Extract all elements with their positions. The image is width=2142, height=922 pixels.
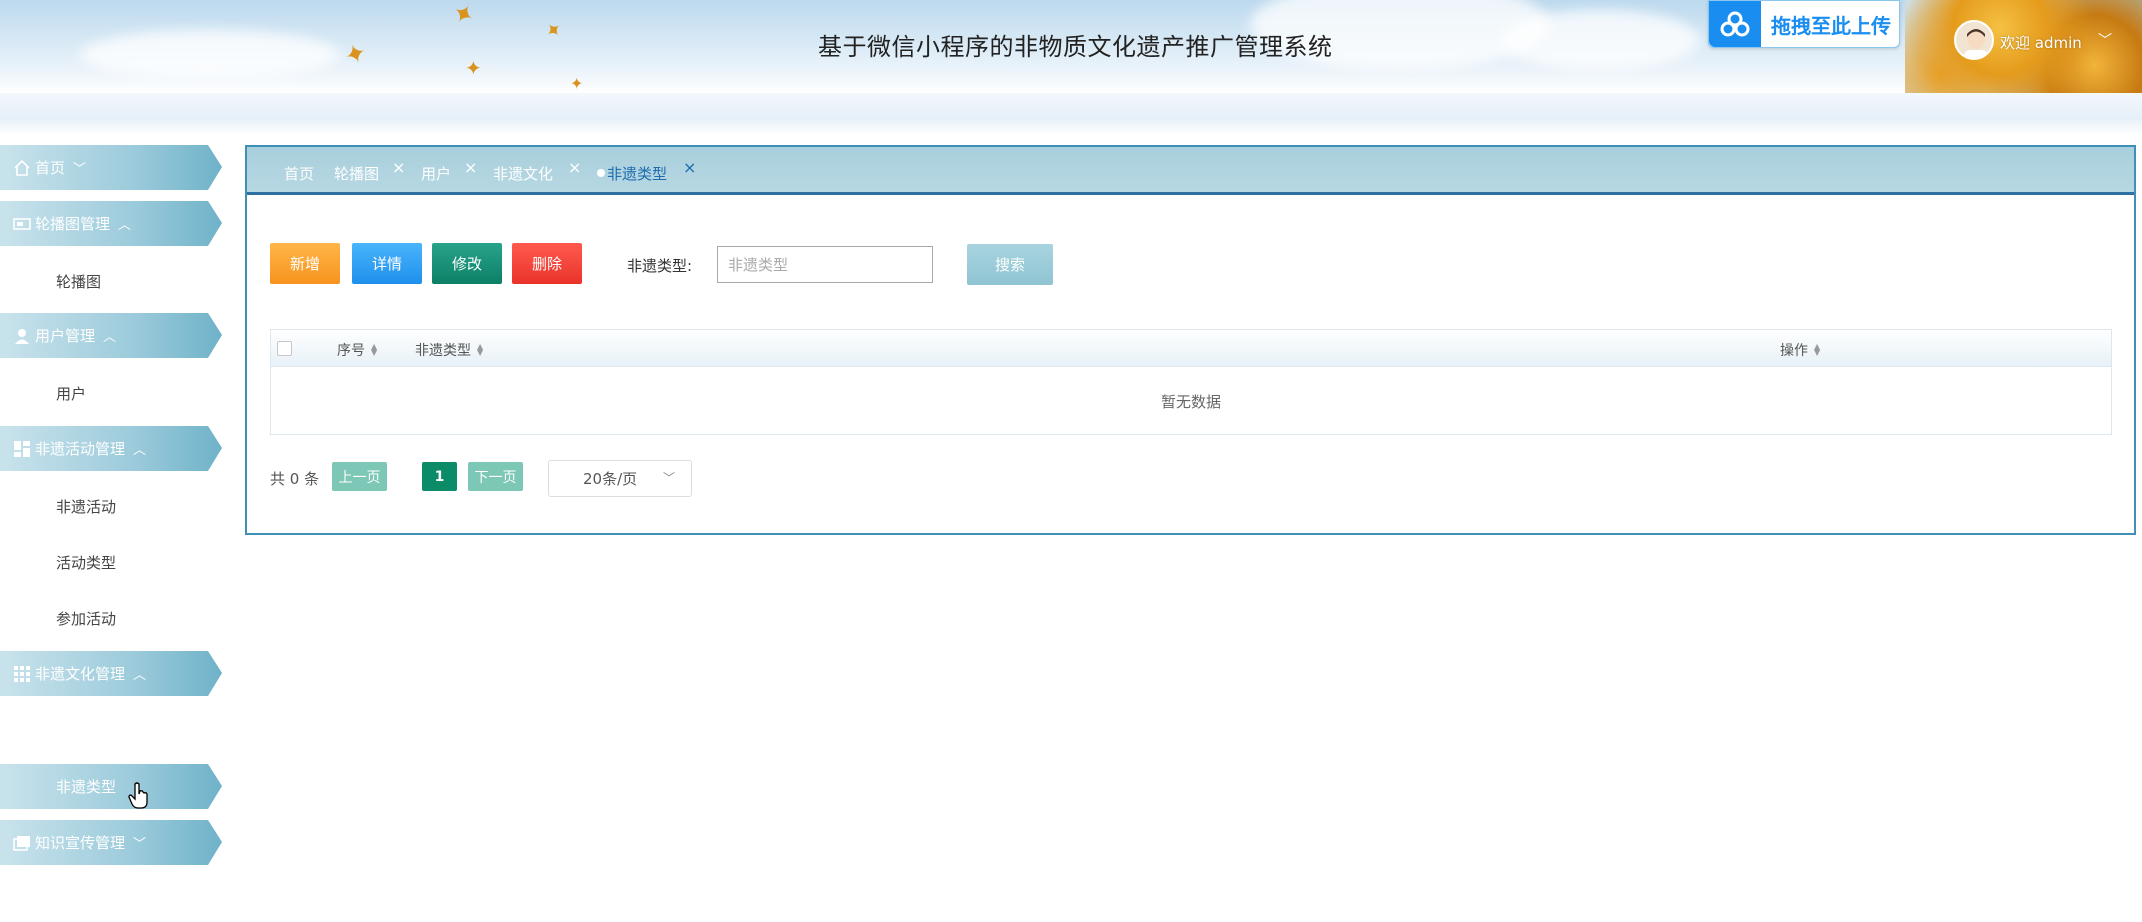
- column-label: 操作: [1780, 343, 1808, 359]
- sidebar-sub-activity-type[interactable]: 活动类型: [56, 552, 116, 573]
- carousel-icon: [13, 215, 31, 233]
- sort-icon[interactable]: ▲ ▼: [1814, 343, 1820, 357]
- sidebar-item-label: 首页: [35, 159, 66, 177]
- tab-bar: 首页 轮播图 × 用户 × 非遗文化 × 非遗类型 ×: [247, 147, 2134, 195]
- add-button[interactable]: 新增: [270, 243, 340, 284]
- leaf-icon: ✦: [570, 74, 584, 93]
- sidebar-item-label: 非遗类型: [56, 778, 117, 796]
- sidebar-sub-user[interactable]: 用户: [56, 383, 86, 404]
- home-icon: [13, 159, 31, 177]
- sidebar-item-label: 轮播图管理: [35, 215, 111, 233]
- sort-icon[interactable]: ▲ ▼: [477, 343, 483, 357]
- chevron-up-icon: ︿: [118, 218, 132, 233]
- tab-user[interactable]: 用户: [421, 163, 451, 184]
- pagination-total: 共 0 条: [270, 470, 320, 488]
- chevron-up-icon: ︿: [103, 330, 117, 345]
- hand-cursor-icon: [128, 782, 150, 816]
- sidebar-sub-carousel[interactable]: 轮播图: [56, 271, 101, 292]
- chevron-down-icon: ﹀: [73, 162, 87, 177]
- chevron-down-icon: ﹀: [662, 471, 675, 485]
- upload-label: 拖拽至此上传: [1771, 13, 1891, 38]
- column-header-index[interactable]: 序号 ▲ ▼: [337, 340, 377, 360]
- close-icon[interactable]: ×: [568, 158, 581, 177]
- tab-home[interactable]: 首页: [284, 163, 314, 184]
- user-icon: [13, 327, 31, 345]
- close-icon[interactable]: ×: [464, 158, 477, 177]
- avatar[interactable]: [1954, 20, 1994, 60]
- active-dot-icon: [597, 169, 605, 177]
- search-input[interactable]: [717, 246, 933, 283]
- sidebar-item-user-manage[interactable]: 用户管理 ︿: [0, 313, 222, 358]
- search-label: 非遗类型:: [627, 257, 693, 275]
- sidebar-item-carousel-manage[interactable]: 轮播图管理 ︿: [0, 201, 222, 246]
- book-icon: [13, 834, 31, 852]
- chevron-up-icon: ︿: [133, 668, 147, 683]
- sidebar-item-home[interactable]: 首页 ﹀: [0, 145, 222, 190]
- banner-cloud: [1500, 10, 1700, 70]
- banner-cloud: [80, 30, 340, 80]
- tab-carousel[interactable]: 轮播图: [334, 163, 379, 184]
- delete-button[interactable]: 删除: [512, 243, 582, 284]
- select-all-checkbox[interactable]: [277, 341, 292, 356]
- next-page-button[interactable]: 下一页: [468, 462, 523, 491]
- leaf-icon: ✦: [465, 56, 482, 80]
- close-icon[interactable]: ×: [392, 158, 405, 177]
- main-panel: 首页 轮播图 × 用户 × 非遗文化 × 非遗类型 × 新增 详情 修改 删除 …: [245, 145, 2136, 535]
- chevron-down-icon: ﹀: [133, 837, 147, 852]
- column-header-heritage-type[interactable]: 非遗类型 ▲ ▼: [415, 340, 483, 360]
- sidebar-item-label: 非遗文化管理: [35, 665, 126, 683]
- leaf-icon: ✦: [538, 15, 568, 45]
- chevron-up-icon: ︿: [133, 443, 147, 458]
- welcome-text[interactable]: 欢迎 admin: [2000, 32, 2082, 53]
- prev-page-button[interactable]: 上一页: [332, 462, 387, 491]
- sidebar-item-knowledge-manage[interactable]: 知识宣传管理 ﹀: [0, 820, 222, 865]
- leaf-icon: ✦: [340, 37, 372, 73]
- column-label: 序号: [337, 343, 365, 359]
- sidebar-item-label: 非遗活动管理: [35, 440, 126, 458]
- system-title: 基于微信小程序的非物质文化遗产推广管理系统: [818, 33, 1333, 61]
- leaf-icon: ✦: [445, 0, 480, 34]
- empty-state: 暂无数据: [1160, 392, 1221, 411]
- column-label: 非遗类型: [415, 343, 471, 359]
- detail-button[interactable]: 详情: [352, 243, 422, 284]
- table-header: 序号 ▲ ▼ 非遗类型 ▲ ▼ 操作 ▲ ▼: [271, 330, 2111, 367]
- sort-icon[interactable]: ▲ ▼: [371, 343, 377, 357]
- grid-icon: [13, 665, 31, 683]
- tab-heritage-culture[interactable]: 非遗文化: [493, 163, 553, 184]
- page-number-button[interactable]: 1: [422, 462, 457, 491]
- sidebar-item-culture-manage[interactable]: 非遗文化管理 ︿: [0, 651, 222, 696]
- sidebar-item-activity-manage[interactable]: 非遗活动管理 ︿: [0, 426, 222, 471]
- data-table: 序号 ▲ ▼ 非遗类型 ▲ ▼ 操作 ▲ ▼ 暂无数据: [270, 329, 2112, 435]
- sidebar-item-label: 知识宣传管理: [35, 834, 126, 852]
- sidebar-sub-heritage-type[interactable]: 非遗类型: [0, 764, 222, 809]
- page-size-value: 20条/页: [583, 470, 638, 488]
- sidebar-sub-activity[interactable]: 非遗活动: [56, 496, 116, 517]
- column-header-actions[interactable]: 操作 ▲ ▼: [1780, 340, 1820, 360]
- search-button[interactable]: 搜索: [967, 244, 1053, 285]
- header-band: [0, 93, 2142, 135]
- tab-heritage-type[interactable]: 非遗类型: [607, 163, 667, 184]
- upload-drop-zone[interactable]: 拖拽至此上传: [1708, 0, 1900, 48]
- edit-button[interactable]: 修改: [432, 243, 502, 284]
- page-size-select[interactable]: 20条/页 ﹀: [548, 460, 692, 497]
- sidebar-item-label: 用户管理: [35, 327, 96, 345]
- sidebar-sub-join-activity[interactable]: 参加活动: [56, 608, 116, 629]
- baidu-cloud-icon: [1709, 1, 1761, 47]
- close-icon[interactable]: ×: [683, 158, 696, 177]
- chevron-down-icon[interactable]: ﹀: [2098, 30, 2112, 50]
- dashboard-icon: [13, 440, 31, 458]
